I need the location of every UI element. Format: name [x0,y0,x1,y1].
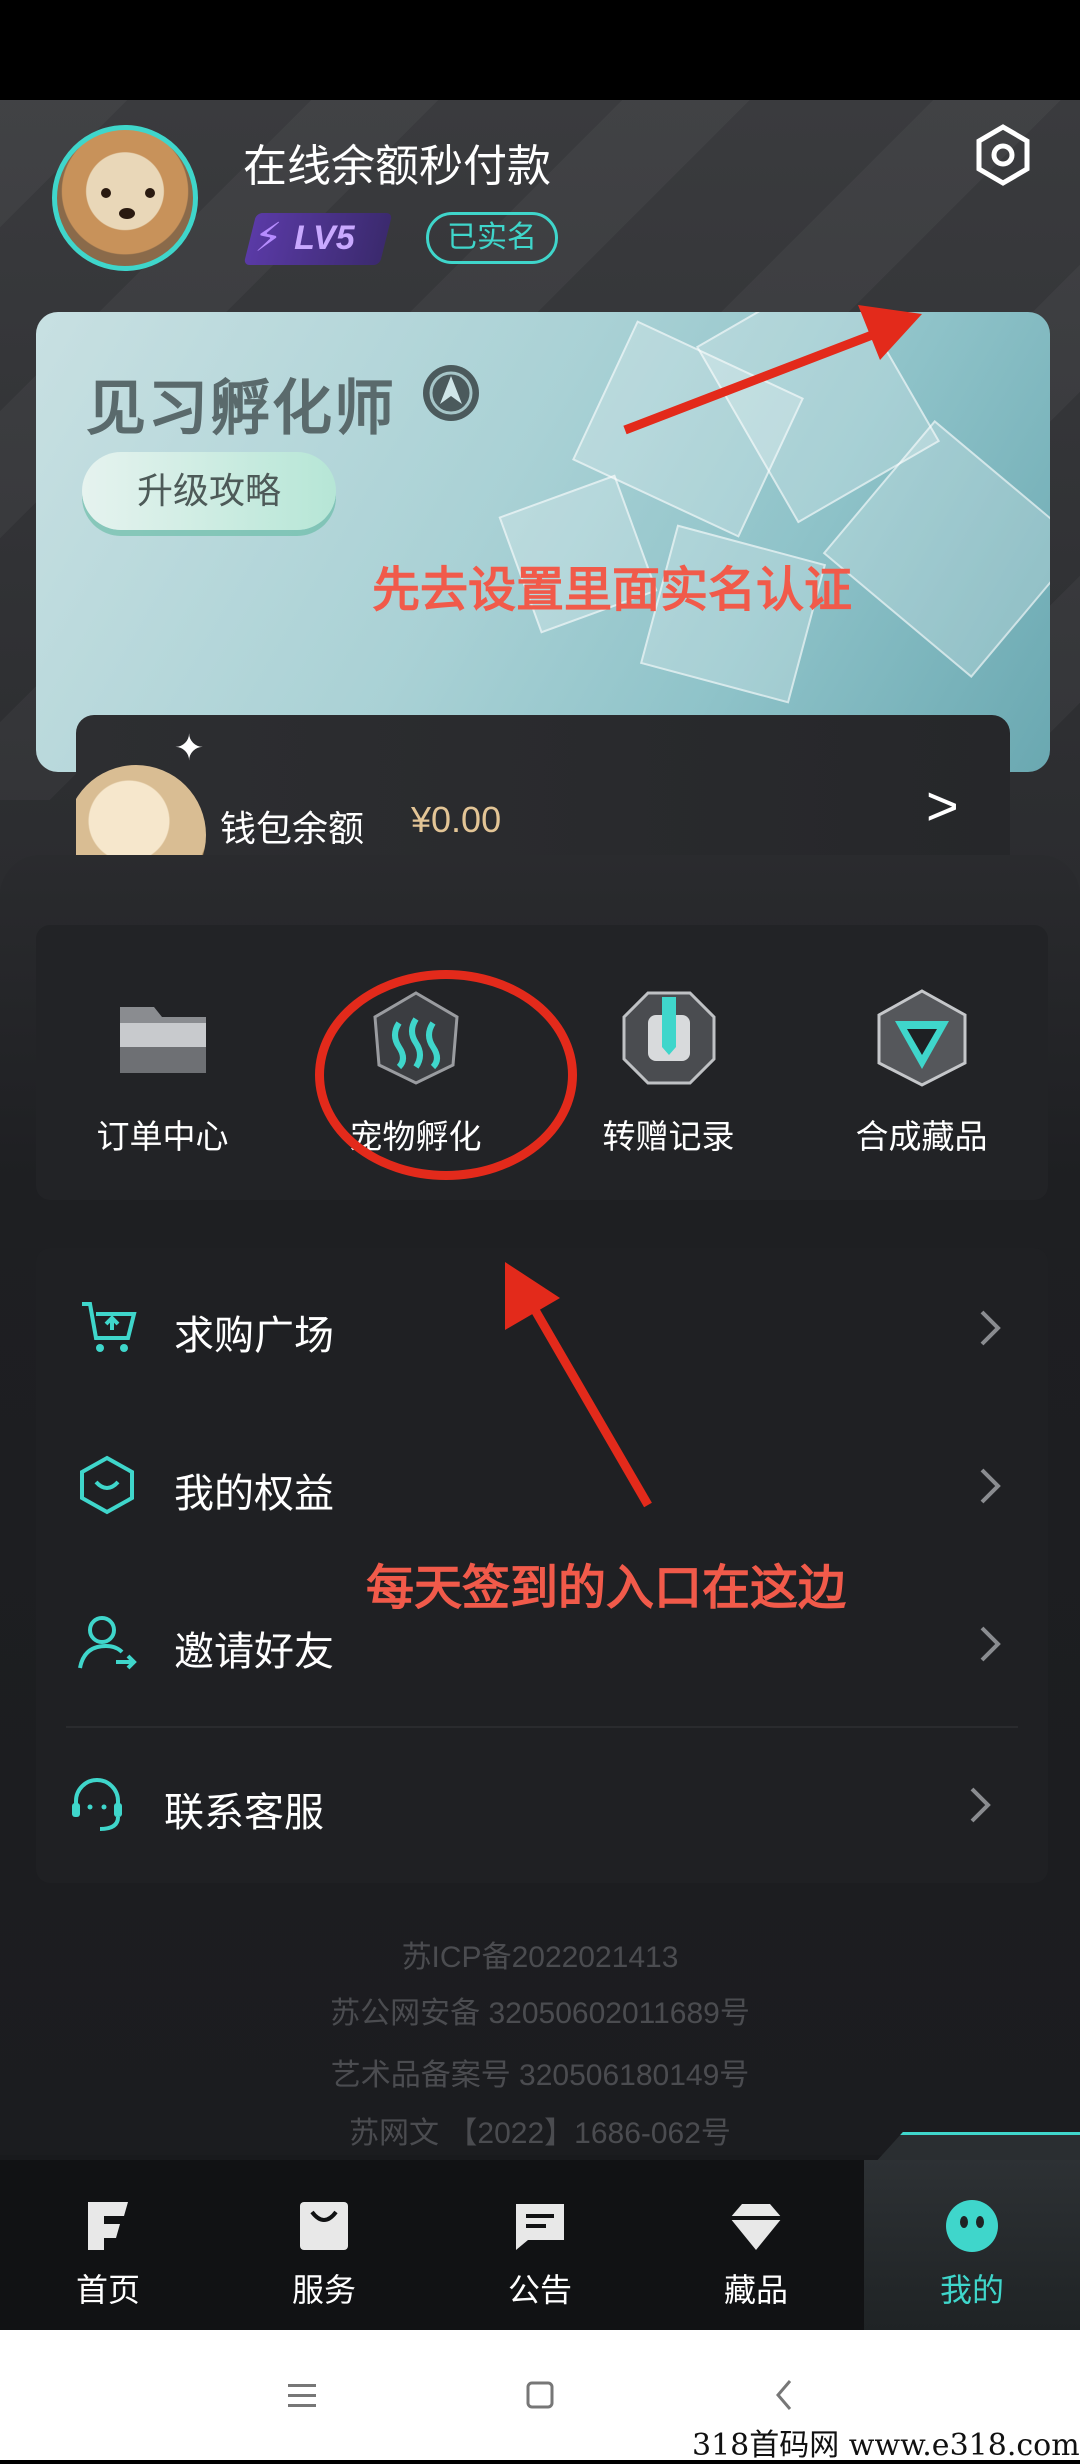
tab-label: 服务 [291,2272,356,2308]
emblem-icon [423,365,479,421]
tab-label: 我的 [939,2272,1004,2308]
quick-action-orders[interactable]: 订单中心 [36,925,289,1200]
quick-action-label: 订单中心 [96,1118,229,1155]
wallet-card[interactable]: ✦ 钱包余额 ¥0.00 > [76,715,1010,875]
status-bar [0,0,1080,100]
wallet-label: 钱包余额 [220,808,365,849]
avatar[interactable] [52,125,198,271]
quick-action-transfers[interactable]: 转赠记录 [542,925,795,1200]
verified-badge: 已实名 [426,212,558,264]
menu-item-customer-service[interactable]: 联系客服 [36,1725,1048,1883]
level-text: LV5 [294,219,355,257]
bottom-tab-bar: 首页 服务 公告 藏品 我的 [0,2160,1080,2330]
rights-icon [80,1455,134,1515]
quick-action-synthesize[interactable]: 合成藏品 [795,925,1048,1200]
annotation-settings-hint: 先去设置里面实名认证 [372,564,853,617]
chevron-right-icon [980,1626,1001,1662]
quick-action-label: 转赠记录 [602,1118,735,1155]
bag-icon [300,2202,348,2250]
quick-action-label: 合成藏品 [855,1118,988,1155]
menu-item-label: 联系客服 [164,1791,324,1835]
message-icon [516,2204,564,2250]
home-icon [88,2202,128,2250]
watermark: 318首码网 www.e318.com [692,2428,1080,2463]
annotation-checkin-hint: 每天签到的入口在这边 [366,1562,847,1615]
avatar-eye [145,188,155,198]
tab-mine[interactable]: 我的 [864,2160,1080,2330]
synthesize-icon [877,989,967,1087]
avatar-eye [101,188,111,198]
footer-icp: 苏ICP备2022021413 [401,1941,679,1974]
wallet-amount: ¥0.00 [411,799,502,840]
tab-label: 公告 [507,2272,572,2308]
back-icon[interactable] [764,2375,804,2415]
menu-item-label: 我的权益 [174,1472,334,1516]
invite-icon [78,1616,137,1670]
menu-item-my-rights[interactable]: 我的权益 [36,1406,1048,1564]
headset-icon [72,1778,122,1831]
chevron-right-icon [980,1468,1001,1504]
level-badge: ⚡ LV5 [243,213,393,265]
tab-collections[interactable]: 藏品 [648,2160,864,2330]
footer-art-record: 艺术品备案号 320506180149号 [330,2059,750,2092]
banner-title: 见习孵化师 [86,375,396,442]
level-banner: 见习孵化师 升级攻略 [36,312,1050,772]
menu-item-label: 求购广场 [174,1314,334,1358]
chevron-right-icon [970,1787,991,1823]
cart-icon [82,1302,137,1352]
tab-announcements[interactable]: 公告 [432,2160,648,2330]
footer-police-record: 苏公网安备 32050602011689号 [330,1997,750,2030]
lightning-icon: ⚡ [254,216,283,260]
tab-service[interactable]: 服务 [216,2160,432,2330]
tab-home[interactable]: 首页 [0,2160,216,2330]
menu-item-label: 邀请好友 [174,1630,334,1674]
highlight-circle [315,970,577,1180]
tab-label: 首页 [75,2272,140,2308]
sparkle-icon: ✦ [174,727,205,768]
tab-label: 藏品 [723,2272,788,2308]
wallet-arrow-icon[interactable]: > [926,773,959,838]
menu-item-purchase-square[interactable]: 求购广场 [36,1248,1048,1406]
username: 在线余额秒付款 [243,142,551,191]
gem-icon [730,2204,782,2250]
folder-icon [120,1007,206,1073]
settings-icon[interactable] [973,123,1033,187]
avatar-nose [119,208,135,219]
home-button-icon[interactable] [520,2375,560,2415]
menu-icon[interactable] [282,2375,322,2415]
mascot-icon [946,2200,998,2252]
chevron-right-icon [980,1310,1001,1346]
transfer-icon [622,991,716,1085]
upgrade-guide-button[interactable]: 升级攻略 [82,452,336,530]
